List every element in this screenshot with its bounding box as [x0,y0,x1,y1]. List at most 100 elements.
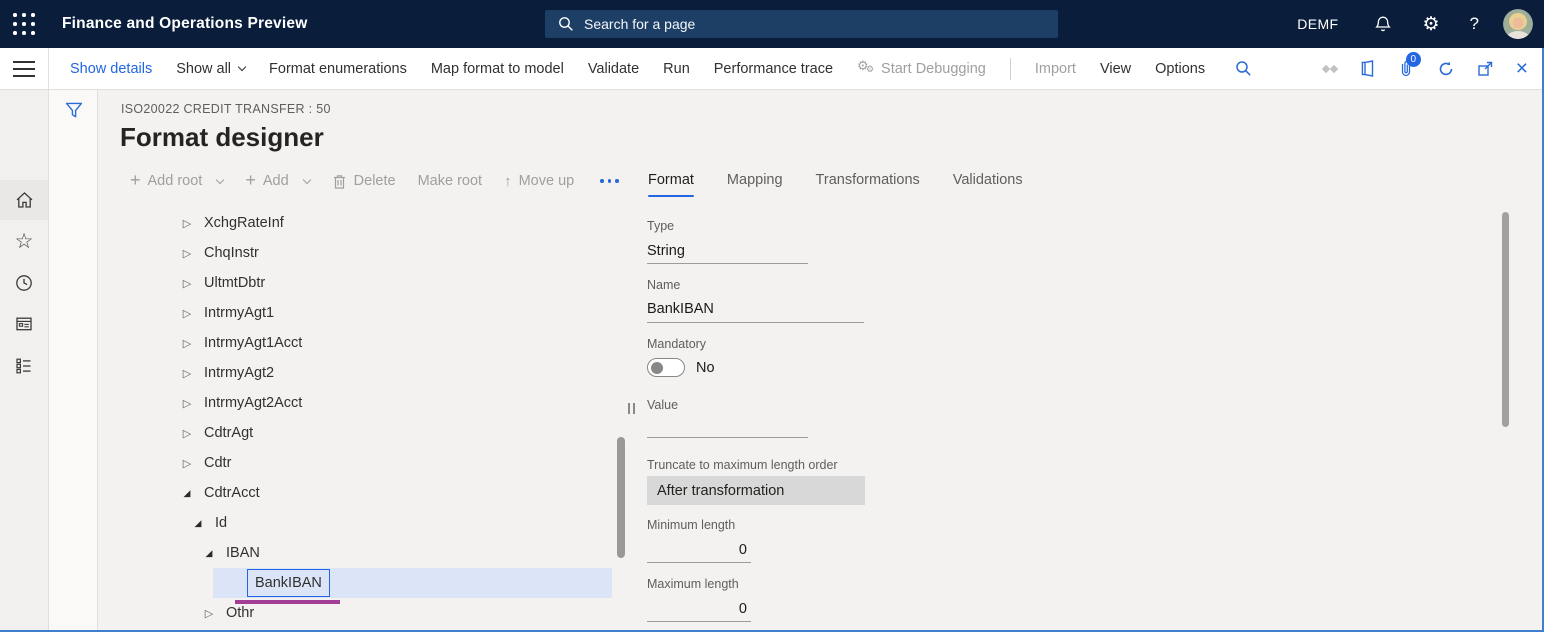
hamburger-menu-icon[interactable] [13,61,35,82]
tree-item[interactable]: ▷IntrmyAgt2Acct [180,388,615,418]
plus-icon: + [245,170,256,191]
maximum-length-field[interactable]: 0 [647,601,747,617]
run-button[interactable]: Run [663,61,690,77]
name-field[interactable]: BankIBAN [647,301,714,317]
more-commands-icon[interactable] [600,179,619,183]
truncate-field-disabled: After transformation [647,476,865,505]
chevron-right-icon[interactable]: ▷ [180,367,194,380]
tree-item[interactable]: ▷ChqInstr [180,238,615,268]
top-navigation-bar: Finance and Operations Preview Search fo… [0,0,1544,48]
chevron-right-icon[interactable]: ▷ [180,217,194,230]
type-field[interactable]: String [647,243,685,259]
map-format-to-model-button[interactable]: Map format to model [431,61,564,77]
chevron-right-icon[interactable]: ▷ [180,427,194,440]
attachments-paperclip-icon[interactable]: 0 [1398,59,1415,78]
sidebar-item-recent[interactable] [0,263,48,303]
gear-icon[interactable]: ⚙ [1422,15,1439,34]
chevron-down-icon [216,175,224,183]
sidebar-item-home[interactable] [0,180,48,220]
navigation-rail: ☆ [0,90,48,632]
mandatory-label: Mandatory [647,337,706,351]
performance-trace-button[interactable]: Performance trace [714,61,833,77]
trash-icon [332,173,347,190]
truncate-label: Truncate to maximum length order [647,458,838,472]
add-root-button: + Add root [130,172,223,191]
format-enumerations-button[interactable]: Format enumerations [269,61,407,77]
minimum-length-label: Minimum length [647,518,735,532]
page-title: Format designer [120,122,324,153]
sidebar-item-forms[interactable] [0,304,48,344]
page-search-box[interactable]: Search for a page [545,10,1058,38]
help-icon[interactable]: ? [1470,14,1479,34]
tree-item[interactable]: ▷CdtrAgt [180,418,615,448]
import-button: Import [1035,61,1076,77]
tab-validations[interactable]: Validations [953,172,1023,197]
attachments-count-badge: 0 [1406,52,1421,67]
separator [1010,58,1011,80]
tree-item[interactable]: ▷Cdtr [180,448,615,478]
show-all-dropdown[interactable]: Show all [176,61,245,77]
options-button[interactable]: Options [1155,61,1205,77]
clock-icon [14,273,34,293]
chevron-right-icon[interactable]: ▷ [180,247,194,260]
chevron-right-icon[interactable]: ▷ [180,397,194,410]
show-details-button[interactable]: Show details [70,61,152,77]
tree-item-edit-box[interactable]: BankIBAN [247,569,330,597]
app-window: Finance and Operations Preview Search fo… [0,0,1544,632]
dynamics-book-icon[interactable] [1359,60,1376,77]
bell-icon[interactable] [1374,15,1392,34]
tree-scrollbar-thumb[interactable] [617,437,625,558]
minimum-length-field[interactable]: 0 [647,542,747,558]
chevron-right-icon[interactable]: ▷ [202,607,216,620]
company-picker[interactable]: DEMF [1297,16,1338,32]
delete-button: Delete [332,173,396,190]
chevron-right-icon[interactable]: ▷ [180,277,194,290]
field-underline [647,437,808,438]
start-debugging-button: ⚙⚙ Start Debugging [857,60,986,78]
search-icon [558,16,574,32]
tree-item[interactable]: ▷IntrmyAgt1Acct [180,328,615,358]
chevron-right-icon[interactable]: ▷ [180,337,194,350]
tab-format[interactable]: Format [648,172,694,197]
topbar-right-cluster: DEMF ⚙ ? [1297,0,1544,48]
tree-item-selected[interactable]: BankIBAN [213,568,612,598]
tab-transformations[interactable]: Transformations [816,172,920,197]
view-button[interactable]: View [1100,61,1131,77]
field-underline [647,263,808,264]
filter-funnel-icon[interactable] [64,101,84,125]
expanded-triangle-icon[interactable]: ◢ [191,518,205,529]
add-button: + Add [245,172,309,191]
form-window-icon [14,314,34,334]
name-label: Name [647,278,680,292]
app-title[interactable]: Finance and Operations Preview [62,0,307,48]
waffle-menu-icon[interactable] [13,13,36,36]
expanded-triangle-icon[interactable]: ◢ [180,488,194,499]
avatar[interactable] [1503,9,1533,39]
tree-item[interactable]: ◢CdtrAcct [180,478,615,508]
splitter-grip[interactable] [628,403,635,414]
page-scrollbar-thumb[interactable] [1502,212,1509,427]
mandatory-toggle[interactable] [647,358,685,377]
chevron-right-icon[interactable]: ▷ [180,307,194,320]
tree-item[interactable]: ▷IntrmyAgt2 [180,358,615,388]
expanded-triangle-icon[interactable]: ◢ [202,548,216,559]
selection-underline [235,600,340,604]
tree-item[interactable]: ▷XchgRateInf [180,208,615,238]
search-placeholder: Search for a page [584,16,695,32]
close-icon[interactable]: × [1516,58,1528,79]
detail-tabs: Format Mapping Transformations Validatio… [648,172,1023,197]
open-in-new-window-icon[interactable] [1477,60,1494,77]
tree-item[interactable]: ▷IntrmyAgt1 [180,298,615,328]
chevron-right-icon[interactable]: ▷ [180,457,194,470]
validate-button[interactable]: Validate [588,61,639,77]
tree-item[interactable]: ◢IBAN [180,538,615,568]
chevron-down-icon [302,175,310,183]
tree-item[interactable]: ◢Id [180,508,615,538]
star-icon: ☆ [15,231,34,252]
tab-mapping[interactable]: Mapping [727,172,783,197]
refresh-icon[interactable] [1437,60,1455,78]
sidebar-item-workspaces[interactable] [0,346,48,386]
sidebar-item-favorites[interactable]: ☆ [0,221,48,261]
tree-item[interactable]: ▷UltmtDbtr [180,268,615,298]
command-search-icon[interactable] [1235,60,1252,77]
